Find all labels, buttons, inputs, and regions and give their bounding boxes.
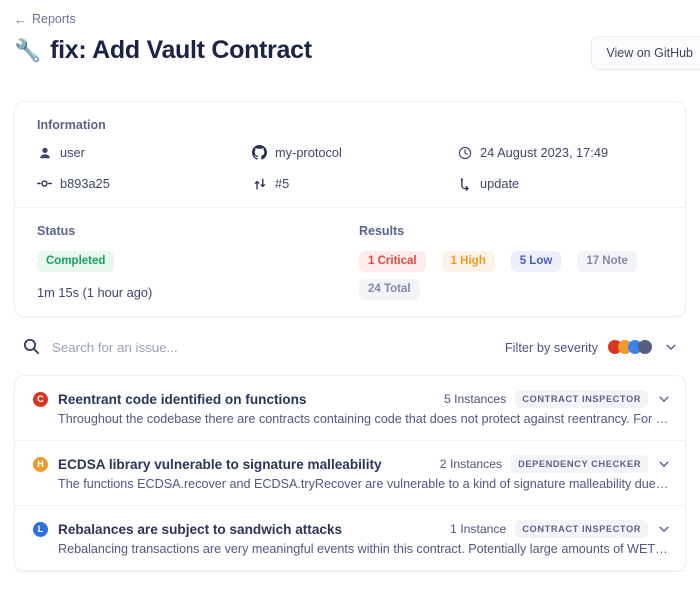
issue-divider (15, 570, 685, 572)
pull-request-icon (252, 176, 267, 191)
info-user-value: user (60, 145, 85, 160)
info-commit-value: b893a25 (60, 176, 110, 191)
github-icon (252, 145, 267, 160)
info-repository-value: my-protocol (275, 145, 342, 160)
results-label: Results (359, 224, 405, 238)
information-label: Information (37, 118, 106, 132)
summary-card: Information user my-protocol 24 August 2… (14, 101, 686, 318)
info-datetime-value: 24 August 2023, 17:49 (480, 145, 609, 160)
results-badge-high[interactable]: 1 High (441, 251, 495, 273)
results-block: Results 1 Critical 1 High 5 Low 17 Note … (359, 224, 663, 301)
search-icon (22, 337, 42, 357)
issue-tool-tag: DEPENDENCY CHECKER (511, 455, 648, 474)
clock-icon (457, 145, 472, 160)
search-input[interactable] (52, 339, 495, 355)
info-pull-request-value: #5 (275, 176, 290, 191)
severity-dots (608, 340, 654, 355)
breadcrumb-reports[interactable]: ← Reports (0, 0, 700, 26)
commit-icon (37, 176, 52, 191)
info-repository: my-protocol (252, 145, 457, 160)
status-block: Status Completed 1m 15s (1 hour ago) (37, 224, 359, 300)
issue-instances: 1 Instance (450, 522, 507, 537)
issue-title: Reentrant code identified on functions (58, 391, 307, 407)
chevron-down-icon[interactable] (657, 392, 671, 406)
results-badge-total: 24 Total (359, 279, 420, 301)
filter-by-severity[interactable]: Filter by severity (505, 340, 678, 355)
issues-card: C Reentrant code identified on functions… (14, 375, 686, 573)
issue-row[interactable]: L Rebalances are subject to sandwich att… (15, 506, 685, 570)
results-badge-low[interactable]: 5 Low (510, 251, 562, 273)
information-grid: user my-protocol 24 August 2023, 17:49 b… (37, 145, 663, 191)
information-section: Information user my-protocol 24 August 2… (15, 102, 685, 207)
user-icon (37, 145, 52, 160)
chevron-down-icon[interactable] (657, 522, 671, 536)
info-datetime: 24 August 2023, 17:49 (457, 145, 663, 160)
issue-title: Rebalances are subject to sandwich attac… (58, 521, 343, 537)
results-badge-list: 1 Critical 1 High 5 Low 17 Note 24 Total (359, 251, 659, 301)
issue-description: The functions ECDSA.recover and ECDSA.tr… (58, 477, 671, 492)
severity-badge-high: H (33, 457, 48, 473)
wrench-icon: 🔧 (14, 37, 42, 63)
results-badge-critical[interactable]: 1 Critical (359, 251, 426, 273)
breadcrumb-label: Reports (32, 12, 76, 26)
severity-badge-low: L (33, 522, 48, 538)
report-page: ← Reports 🔧 fix: Add Vault Contract View… (0, 0, 700, 592)
chevron-down-icon[interactable] (657, 457, 671, 471)
issue-instances: 5 Instances (443, 392, 507, 407)
page-title-text: fix: Add Vault Contract (50, 36, 312, 64)
issue-row[interactable]: C Reentrant code identified on functions… (15, 376, 685, 440)
chevron-down-icon[interactable] (664, 340, 678, 354)
status-label: Status (37, 224, 76, 238)
view-on-github-button[interactable]: View on GitHub (591, 36, 700, 70)
issue-description: Rebalancing transactions are very meanin… (58, 542, 671, 557)
results-badge-note[interactable]: 17 Note (577, 251, 637, 273)
page-header: 🔧 fix: Add Vault Contract View on GitHub (0, 26, 700, 84)
status-results-section: Status Completed 1m 15s (1 hour ago) Res… (15, 208, 685, 316)
status-badge: Completed (37, 251, 115, 273)
issue-description: Throughout the codebase there are contra… (58, 412, 671, 427)
arrow-left-icon: ← (14, 11, 27, 27)
branch-icon (457, 176, 472, 191)
severity-badge-critical: C (33, 392, 48, 408)
info-branch-value: update (480, 176, 520, 191)
severity-dot-note (638, 340, 652, 355)
info-pull-request: #5 (252, 176, 457, 191)
issue-tool-tag: CONTRACT INSPECTOR (515, 390, 648, 409)
page-title: 🔧 fix: Add Vault Contract (14, 36, 312, 65)
issue-row[interactable]: H ECDSA library vulnerable to signature … (15, 441, 685, 505)
search-filter-bar: Filter by severity (14, 317, 686, 375)
info-branch: update (457, 176, 663, 191)
issue-instances: 2 Instances (439, 457, 503, 472)
info-commit: b893a25 (37, 176, 252, 191)
filter-label: Filter by severity (504, 339, 598, 355)
info-user: user (37, 145, 252, 160)
status-duration: 1m 15s (1 hour ago) (37, 285, 153, 301)
issue-title: ECDSA library vulnerable to signature ma… (58, 456, 382, 472)
issue-tool-tag: CONTRACT INSPECTOR (515, 520, 648, 539)
